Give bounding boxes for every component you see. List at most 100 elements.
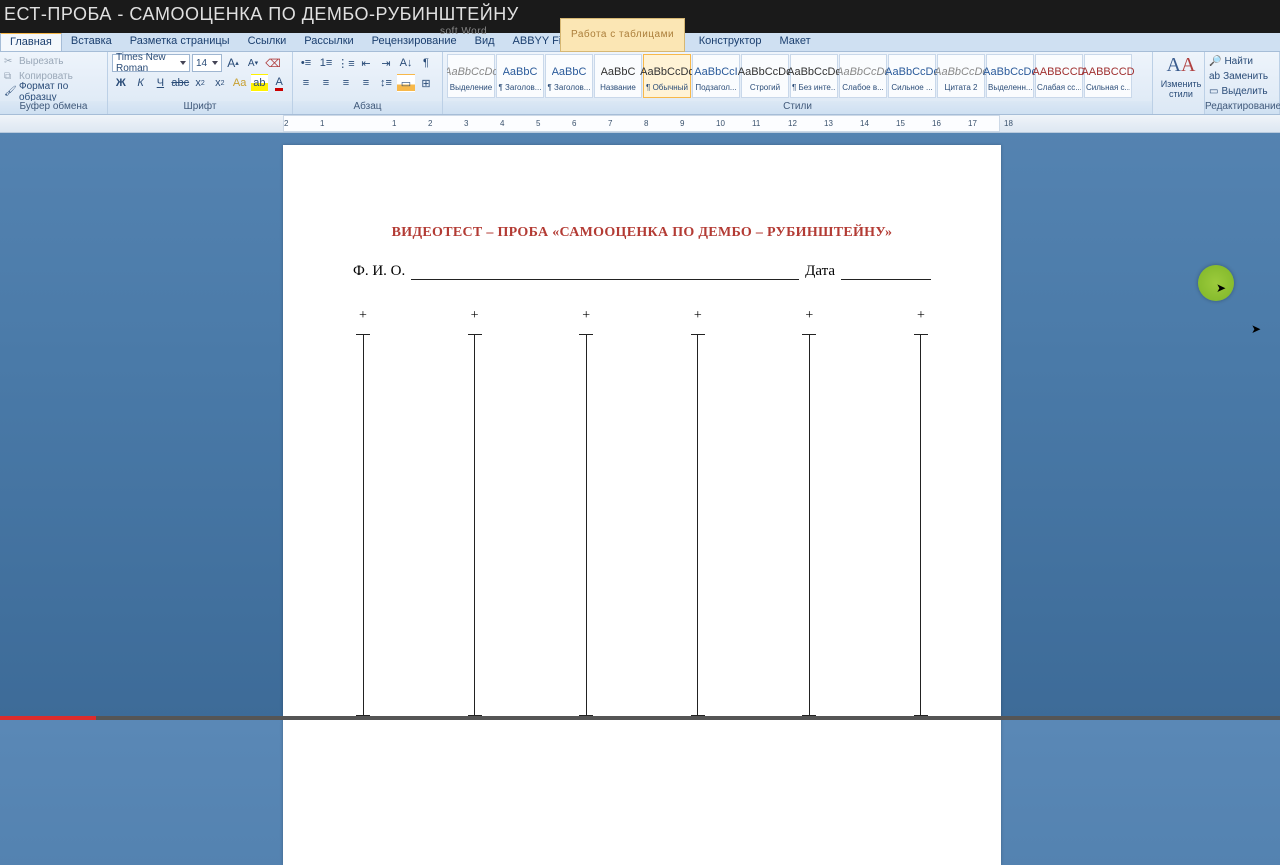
assessment-scales-row: ++++++ <box>353 308 931 716</box>
justify-button[interactable]: ≡ <box>357 74 375 92</box>
styles-group: АаBbCcDcВыделениеAaBbC¶ Заголов...AaBbC¶… <box>443 52 1153 114</box>
scissors-icon: ✂ <box>4 56 16 68</box>
replace-button[interactable]: abЗаменить <box>1209 69 1275 84</box>
style-item[interactable]: AaBbCcDdСтрогий <box>741 54 789 98</box>
horizontal-ruler[interactable]: 21123456789101112131415161718 <box>0 115 1280 133</box>
scale-top-marker: + <box>917 308 925 324</box>
ruler-tick: 18 <box>1004 119 1013 128</box>
style-item[interactable]: АаBbCcDcВыделение <box>447 54 495 98</box>
italic-button[interactable]: К <box>132 74 150 92</box>
assessment-scale: + <box>465 308 485 716</box>
find-button[interactable]: 🔎Найти <box>1209 54 1275 69</box>
fio-underline <box>411 264 799 280</box>
style-item[interactable]: AaBbCНазвание <box>594 54 642 98</box>
binoculars-icon: 🔎 <box>1209 56 1221 67</box>
subscript-button[interactable]: x2 <box>191 74 209 92</box>
ruler-tick: 1 <box>392 119 396 128</box>
bold-button[interactable]: Ж <box>112 74 130 92</box>
ruler-tick: 15 <box>896 119 905 128</box>
mouse-pointer-icon: ➤ <box>1251 322 1261 336</box>
clipboard-group: ✂Вырезать ⧉Копировать 🖌Формат по образцу… <box>0 52 108 114</box>
line-spacing-button[interactable]: ↕≡ <box>377 74 395 92</box>
title-bar: ЕСТ-ПРОБА - САМООЦЕНКА ПО ДЕМБО-РУБИНШТЕ… <box>0 0 1280 33</box>
style-item[interactable]: AaBbCcIПодзагол... <box>692 54 740 98</box>
style-item[interactable]: АаBbCcDcСильное ... <box>888 54 936 98</box>
ruler-tick: 5 <box>536 119 540 128</box>
ruler-tick: 3 <box>464 119 468 128</box>
grow-font-button[interactable]: A▴ <box>224 54 242 72</box>
style-item[interactable]: AaBbCcDc¶ Обычный <box>643 54 691 98</box>
indent-button[interactable]: ⇥ <box>377 54 395 72</box>
underline-button[interactable]: Ч <box>152 74 170 92</box>
align-left-button[interactable]: ≡ <box>297 74 315 92</box>
video-progress-bar[interactable] <box>0 716 1280 720</box>
ribbon-tab-конструктор[interactable]: Конструктор <box>690 33 771 51</box>
paragraph-group: •≡ 1≡ ⋮≡ ⇤ ⇥ A↓ ¶ ≡ ≡ ≡ ≡ ↕≡ ▭ ⊞ Абзац <box>293 52 443 114</box>
font-size-select[interactable]: 14 <box>192 54 222 72</box>
styles-group-label: Стили <box>443 101 1152 114</box>
style-item[interactable]: AaBbC¶ Заголов... <box>545 54 593 98</box>
document-workspace[interactable]: ВИДЕОТЕСТ – ПРОБА «САМООЦЕНКА ПО ДЕМБО –… <box>0 133 1280 720</box>
assessment-scale: + <box>576 308 596 716</box>
document-meta-row: Ф. И. О. Дата <box>353 263 931 280</box>
format-painter-button[interactable]: 🖌Формат по образцу <box>4 84 103 99</box>
assessment-scale: + <box>911 308 931 716</box>
style-item[interactable]: АаBbCcDcЦитата 2 <box>937 54 985 98</box>
sort-button[interactable]: A↓ <box>397 54 415 72</box>
table-tools-context-tab[interactable]: Работа с таблицами <box>560 18 685 52</box>
ruler-tick: 13 <box>824 119 833 128</box>
chevron-down-icon <box>212 61 218 65</box>
scale-top-marker: + <box>805 308 813 324</box>
shrink-font-button[interactable]: A▾ <box>244 54 262 72</box>
outdent-button[interactable]: ⇤ <box>357 54 375 72</box>
select-button[interactable]: ▭Выделить <box>1209 84 1275 99</box>
ribbon-tab-ссылки[interactable]: Ссылки <box>239 33 296 51</box>
ribbon: ✂Вырезать ⧉Копировать 🖌Формат по образцу… <box>0 52 1280 115</box>
shading-button[interactable]: ▭ <box>397 74 415 92</box>
editing-group: 🔎Найти abЗаменить ▭Выделить Редактирован… <box>1205 52 1280 114</box>
ribbon-tab-разметка-страницы[interactable]: Разметка страницы <box>121 33 239 51</box>
bullets-button[interactable]: •≡ <box>297 54 315 72</box>
borders-button[interactable]: ⊞ <box>417 74 435 92</box>
ribbon-tab-рассылки[interactable]: Рассылки <box>295 33 362 51</box>
ruler-tick: 7 <box>608 119 612 128</box>
ribbon-tab-макет[interactable]: Макет <box>770 33 819 51</box>
style-item[interactable]: АаBbCcDcВыделенн... <box>986 54 1034 98</box>
app-name-hint: soft Word <box>440 18 487 46</box>
style-item[interactable]: AABBCCDСлабая сс... <box>1035 54 1083 98</box>
style-item[interactable]: АаBbCcDcСлабое в... <box>839 54 887 98</box>
ribbon-tab-вставка[interactable]: Вставка <box>62 33 121 51</box>
scale-top-marker: + <box>582 308 590 324</box>
document-heading: ВИДЕОТЕСТ – ПРОБА «САМООЦЕНКА ПО ДЕМБО –… <box>353 225 931 241</box>
superscript-button[interactable]: x2 <box>211 74 229 92</box>
align-center-button[interactable]: ≡ <box>317 74 335 92</box>
font-name-select[interactable]: Times New Roman <box>112 54 190 72</box>
style-item[interactable]: AaBbCcDc¶ Без инте... <box>790 54 838 98</box>
numbering-button[interactable]: 1≡ <box>317 54 335 72</box>
cut-button[interactable]: ✂Вырезать <box>4 54 103 69</box>
ruler-tick: 4 <box>500 119 504 128</box>
font-color-button[interactable]: A <box>270 74 288 92</box>
text-effects-button[interactable]: Aa <box>231 74 249 92</box>
ruler-tick: 2 <box>428 119 432 128</box>
highlight-button[interactable]: ab <box>251 74 269 92</box>
assessment-scale: + <box>353 308 373 716</box>
ruler-tick: 11 <box>752 119 760 128</box>
change-styles-group: AA Изменить стили <box>1153 52 1205 114</box>
ribbon-tab-главная[interactable]: Главная <box>0 32 62 51</box>
brush-icon: 🖌 <box>4 86 16 98</box>
show-marks-button[interactable]: ¶ <box>417 54 435 72</box>
style-item[interactable]: AABBCCDСильная с... <box>1084 54 1132 98</box>
align-right-button[interactable]: ≡ <box>337 74 355 92</box>
scale-top-marker: + <box>471 308 479 324</box>
multilevel-button[interactable]: ⋮≡ <box>337 54 355 72</box>
change-styles-button[interactable]: AA Изменить стили <box>1157 54 1205 99</box>
date-label: Дата <box>805 263 835 280</box>
strike-button[interactable]: abc <box>171 74 189 92</box>
clear-formatting-button[interactable]: ⌫ <box>264 54 282 72</box>
ruler-tick: 2 <box>284 119 288 128</box>
assessment-scale: + <box>799 308 819 716</box>
ruler-tick: 8 <box>644 119 648 128</box>
style-item[interactable]: AaBbC¶ Заголов... <box>496 54 544 98</box>
chevron-down-icon <box>180 61 186 65</box>
